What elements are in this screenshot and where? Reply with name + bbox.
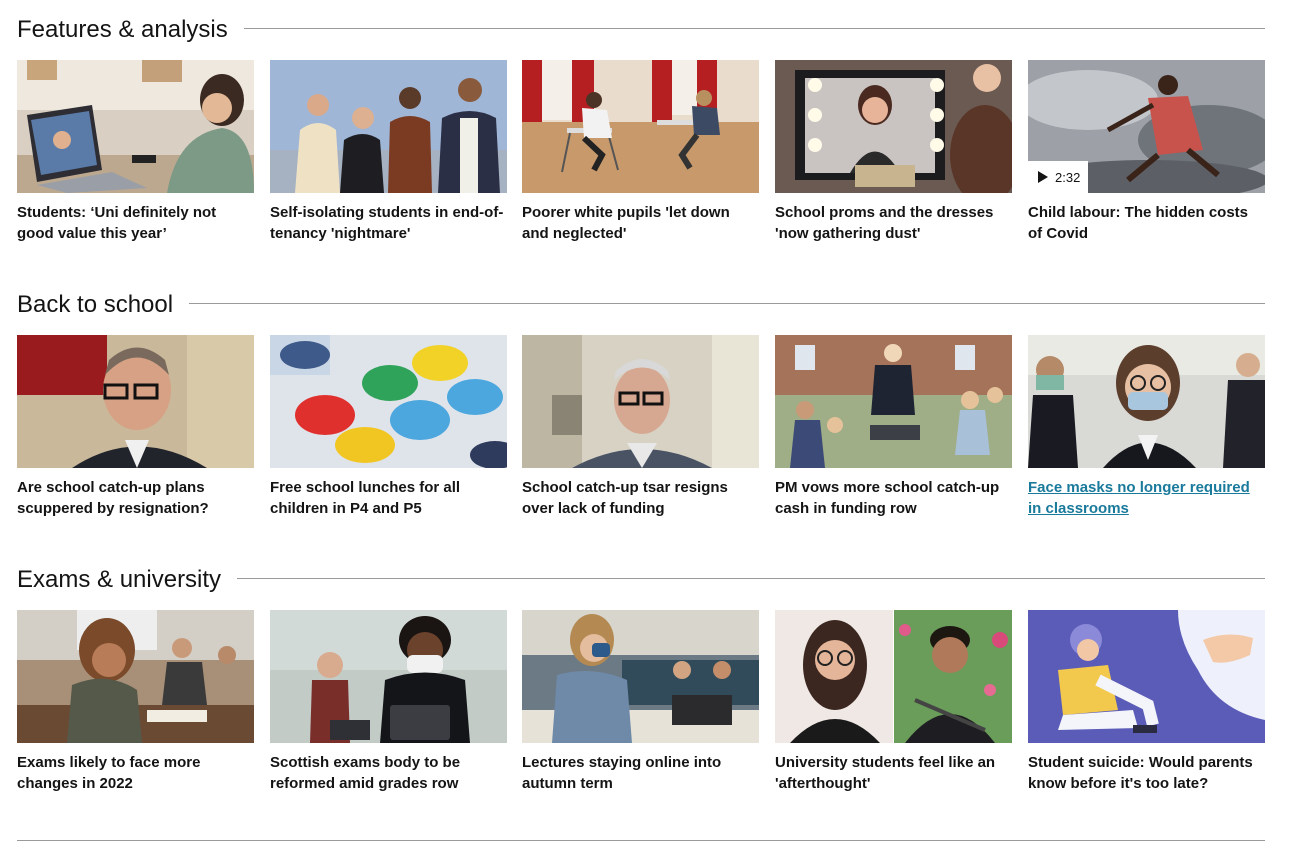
story-card[interactable]: 2:32 Child labour: The hidden costs of C… [1028,60,1265,244]
story-card[interactable]: Are school catch-up plans scuppered by r… [17,335,254,519]
story-headline[interactable]: Poorer white pupils 'let down and neglec… [522,202,759,244]
story-thumbnail[interactable] [1028,610,1265,743]
story-thumbnail[interactable] [775,60,1012,193]
section-back-to-school: Back to school Are school catch-up plans… [17,289,1265,517]
story-card[interactable]: Self-isolating students in end-of-tenanc… [270,60,507,244]
story-card[interactable]: PM vows more school catch-up cash in fun… [775,335,1012,519]
section-header: Features & analysis [17,14,1265,48]
story-thumbnail[interactable] [775,335,1012,468]
section-exams-university: Exams & university Exams likely to face … [17,564,1265,792]
video-duration-badge: 2:32 [1028,161,1088,193]
section-features-analysis: Features & analysis Students: ‘Uni defin… [17,14,1265,242]
story-card[interactable]: Lectures staying online into autumn term [522,610,759,794]
story-card[interactable]: Student suicide: Would parents know befo… [1028,610,1265,794]
story-card[interactable]: Face masks no longer required in classro… [1028,335,1265,519]
story-thumbnail[interactable] [17,60,254,193]
story-card[interactable]: School proms and the dresses 'now gather… [775,60,1012,244]
story-thumbnail[interactable] [775,610,1012,743]
story-thumbnail[interactable] [17,335,254,468]
story-thumbnail[interactable] [270,335,507,468]
section-title: Back to school [17,291,190,319]
story-card[interactable]: Exams likely to face more changes in 202… [17,610,254,794]
story-card[interactable]: School catch-up tsar resigns over lack o… [522,335,759,519]
story-card[interactable]: Poorer white pupils 'let down and neglec… [522,60,759,244]
story-headline[interactable]: Student suicide: Would parents know befo… [1028,752,1265,794]
story-headline[interactable]: Face masks no longer required in classro… [1028,477,1265,519]
story-thumbnail[interactable] [1028,335,1265,468]
story-headline[interactable]: School proms and the dresses 'now gather… [775,202,1012,244]
story-card[interactable]: Free school lunches for all children in … [270,335,507,519]
story-thumbnail[interactable] [522,335,759,468]
video-duration: 2:32 [1055,169,1081,185]
section-divider [17,303,1265,304]
story-thumbnail[interactable]: 2:32 [1028,60,1265,193]
story-card[interactable]: University students feel like an 'aftert… [775,610,1012,794]
section-title: Exams & university [17,566,238,594]
story-headline[interactable]: Self-isolating students in end-of-tenanc… [270,202,507,244]
story-headline[interactable]: Students: ‘Uni definitely not good value… [17,202,254,244]
bottom-divider [17,840,1265,841]
story-headline[interactable]: PM vows more school catch-up cash in fun… [775,477,1012,519]
story-headline[interactable]: Lectures staying online into autumn term [522,752,759,794]
section-header: Exams & university [17,564,1265,598]
story-headline[interactable]: School catch-up tsar resigns over lack o… [522,477,759,519]
section-title: Features & analysis [17,16,244,44]
story-headline[interactable]: University students feel like an 'aftert… [775,752,1012,794]
story-headline[interactable]: Child labour: The hidden costs of Covid [1028,202,1265,244]
story-headline[interactable]: Scottish exams body to be reformed amid … [270,752,507,794]
story-card[interactable]: Scottish exams body to be reformed amid … [270,610,507,794]
story-thumbnail[interactable] [522,610,759,743]
story-headline[interactable]: Are school catch-up plans scuppered by r… [17,477,254,519]
story-card[interactable]: Students: ‘Uni definitely not good value… [17,60,254,244]
play-icon [1038,171,1048,183]
story-headline[interactable]: Free school lunches for all children in … [270,477,507,519]
story-thumbnail[interactable] [270,60,507,193]
story-thumbnail[interactable] [522,60,759,193]
story-thumbnail[interactable] [270,610,507,743]
section-header: Back to school [17,289,1265,323]
story-headline[interactable]: Exams likely to face more changes in 202… [17,752,254,794]
story-thumbnail[interactable] [17,610,254,743]
